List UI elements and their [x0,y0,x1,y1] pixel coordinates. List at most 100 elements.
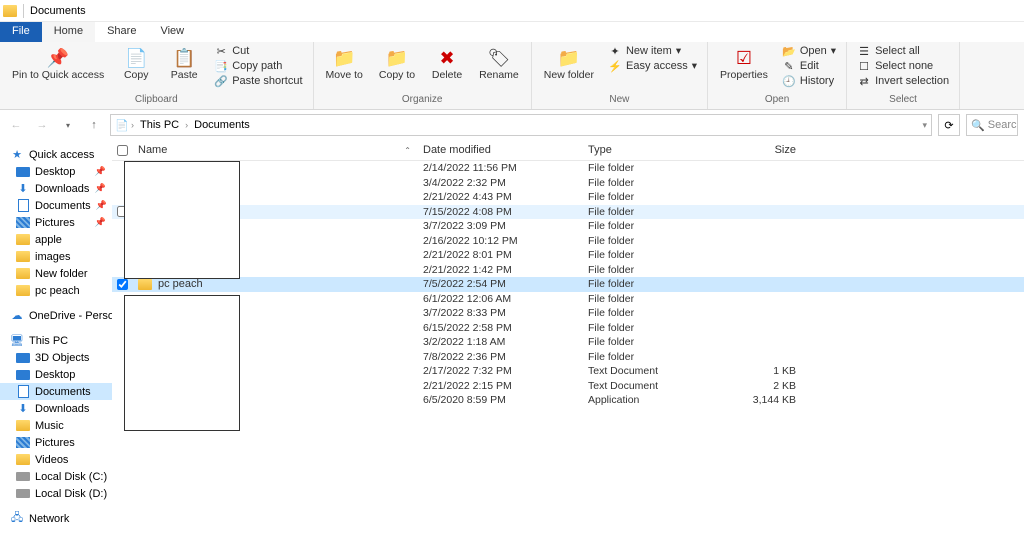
table-row[interactable]: 2/21/2022 1:42 PMFile folder [112,263,1024,278]
row-type: File folder [582,264,722,276]
table-row[interactable]: 2/17/2022 7:32 PMText Document1 KB [112,364,1024,379]
easy-access-button[interactable]: ⚡Easy access ▾ [606,59,699,73]
table-row[interactable]: 2/16/2022 10:12 PMFile folder [112,234,1024,249]
group-label: Open [765,94,789,107]
up-button[interactable]: ↑ [84,115,104,135]
col-checkbox[interactable] [112,144,132,156]
refresh-button[interactable]: ⟳ [938,114,960,136]
tab-share[interactable]: Share [95,22,148,42]
nav-item[interactable]: New folder [0,265,112,282]
row-size: 3,144 KB [722,394,802,406]
nav-item[interactable]: Pictures📌 [0,214,112,231]
nav-item-label: Documents [35,200,91,212]
select-none-button[interactable]: ☐Select none [855,59,951,73]
nav-item[interactable]: Documents📌 [0,197,112,214]
nav-item[interactable]: Pictures [0,434,112,451]
nav-quick-access[interactable]: ★Quick access [0,146,112,163]
table-row[interactable]: 3/7/2022 3:09 PMFile folder [112,219,1024,234]
nav-item[interactable]: images [0,248,112,265]
open-button[interactable]: 📂Open ▾ [780,44,838,58]
nav-item[interactable]: Local Disk (D:) [0,485,112,502]
breadcrumb[interactable]: 📄 › This PC › Documents ▾ [110,114,932,136]
newfolder-icon: 📁 [557,46,581,70]
pin-icon: 📌 [46,46,70,70]
edit-button[interactable]: ✎Edit [780,59,838,73]
nav-item-label: Pictures [35,217,75,229]
table-row[interactable]: 7/15/2022 4:08 PMFile folder [112,205,1024,220]
nav-item[interactable]: apple [0,231,112,248]
ribbon: 📌Pin to Quick access 📄Copy 📋Paste ✂Cut 📑… [0,42,1024,110]
address-bar: ← → ▾ ↑ 📄 › This PC › Documents ▾ ⟳ 🔍 Se… [0,110,1024,140]
nav-item[interactable]: Local Disk (C:) [0,468,112,485]
row-checkbox[interactable] [112,206,132,217]
nav-item[interactable]: Music [0,417,112,434]
chevron-down-icon[interactable]: ▾ [922,120,927,131]
nav-item[interactable]: ⬇Downloads [0,400,112,417]
copy-button[interactable]: 📄Copy [116,44,156,84]
new-folder-button[interactable]: 📁New folder [540,44,598,84]
history-dropdown[interactable]: ▾ [58,115,78,135]
paste-shortcut-button[interactable]: 🔗Paste shortcut [212,74,304,88]
chevron-right-icon: › [185,120,188,130]
tab-file[interactable]: File [0,22,42,42]
table-row[interactable]: 6/5/2020 8:59 PMApplication3,144 KB [112,393,1024,408]
nav-item[interactable]: ⬇Downloads📌 [0,180,112,197]
breadcrumb-root[interactable]: This PC [136,119,183,131]
nav-item[interactable]: Videos [0,451,112,468]
delete-icon: ✖ [435,46,459,70]
nav-item[interactable]: pc peach [0,282,112,299]
nav-network[interactable]: 🖧Network [0,510,112,527]
nav-item-label: Music [35,420,64,432]
breadcrumb-current[interactable]: Documents [190,119,254,131]
tab-view[interactable]: View [148,22,196,42]
edit-icon: ✎ [782,59,796,73]
copy-path-button[interactable]: 📑Copy path [212,59,304,73]
paste-button[interactable]: 📋Paste [164,44,204,84]
table-row[interactable]: pc peach7/5/2022 2:54 PMFile folder [112,277,1024,292]
nav-item[interactable]: Desktop [0,366,112,383]
rename-button[interactable]: 🏷Rename [475,44,523,84]
row-date: 2/21/2022 8:01 PM [417,249,582,261]
table-row[interactable]: 3/2/2022 1:18 AMFile folder [112,335,1024,350]
table-row[interactable]: 2/21/2022 2:15 PMText Document2 KB [112,379,1024,394]
col-name[interactable]: Name⌃ [132,144,417,156]
nav-item-label: 3D Objects [35,352,89,364]
back-button[interactable]: ← [6,115,26,135]
table-row[interactable]: 6/1/2022 12:06 AMFile folder [112,292,1024,307]
cut-button[interactable]: ✂Cut [212,44,304,58]
table-row[interactable]: 7/8/2022 2:36 PMFile folder [112,350,1024,365]
history-button[interactable]: 🕘History [780,74,838,88]
row-checkbox[interactable] [112,279,132,290]
column-headers: Name⌃ Date modified Type Size [112,140,1024,161]
col-type[interactable]: Type [582,144,722,156]
nav-item[interactable]: Desktop📌 [0,163,112,180]
table-row[interactable]: 2/21/2022 4:43 PMFile folder [112,190,1024,205]
table-row[interactable]: 3/4/2022 2:32 PMFile folder [112,176,1024,191]
invert-selection-button[interactable]: ⇄Invert selection [855,74,951,88]
move-to-button[interactable]: 📁Move to [322,44,367,84]
select-all-button[interactable]: ☰Select all [855,44,951,58]
table-row[interactable]: 2/14/2022 11:56 PMFile folder [112,161,1024,176]
col-size[interactable]: Size [722,144,802,156]
forward-button[interactable]: → [32,115,52,135]
row-date: 7/15/2022 4:08 PM [417,206,582,218]
new-item-button[interactable]: ✦New item ▾ [606,44,699,58]
nav-item-label: Videos [35,454,68,466]
table-row[interactable]: 3/7/2022 8:33 PMFile folder [112,306,1024,321]
copy-to-button[interactable]: 📁Copy to [375,44,419,84]
table-row[interactable]: 6/15/2022 2:58 PMFile folder [112,321,1024,336]
selectnone-icon: ☐ [857,59,871,73]
nav-onedrive[interactable]: ☁OneDrive - Personal [0,307,112,324]
pin-quick-access-button[interactable]: 📌Pin to Quick access [8,44,108,84]
col-date[interactable]: Date modified [417,144,582,156]
table-row[interactable]: 2/21/2022 8:01 PMFile folder [112,248,1024,263]
search-input[interactable]: 🔍 Search [966,114,1018,136]
nav-item[interactable]: 3D Objects [0,349,112,366]
row-type: File folder [582,162,722,174]
nav-item[interactable]: Documents [0,383,112,400]
row-type: Text Document [582,365,722,377]
delete-button[interactable]: ✖Delete [427,44,467,84]
properties-button[interactable]: ☑Properties [716,44,772,84]
nav-this-pc[interactable]: 🖥This PC [0,332,112,349]
tab-home[interactable]: Home [42,22,95,42]
